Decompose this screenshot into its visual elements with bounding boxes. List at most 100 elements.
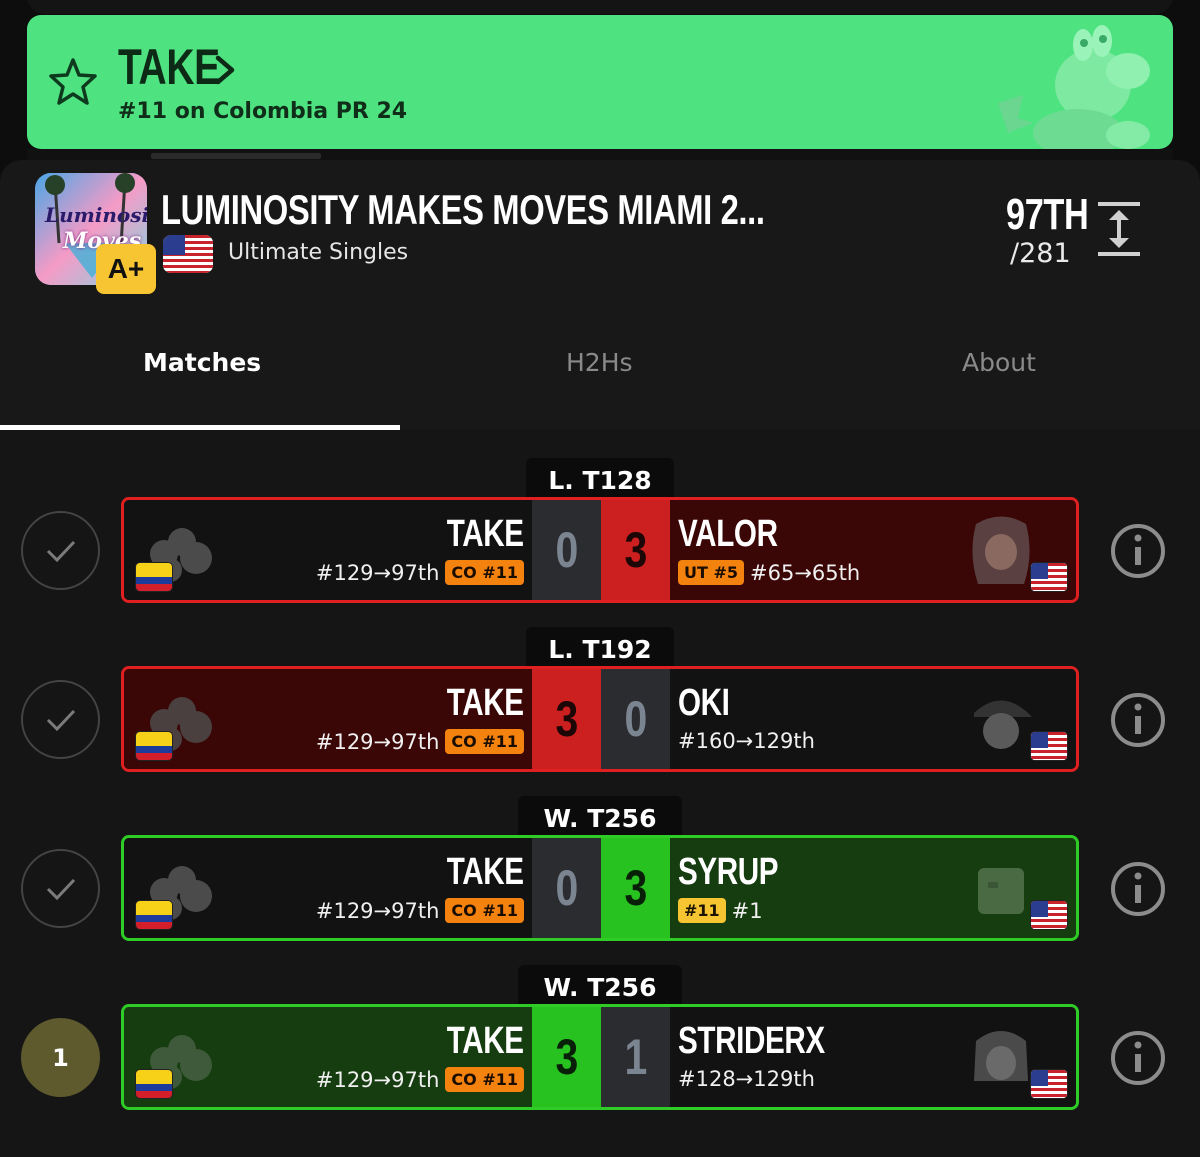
tournament-title[interactable]: LUMINOSITY MAKES MOVES MIAMI 2... xyxy=(161,186,765,234)
info-icon[interactable] xyxy=(1110,1030,1166,1086)
opponent-name[interactable]: OKI xyxy=(678,682,730,725)
opponent-side: SYRUP #11 #1 xyxy=(670,838,1076,938)
match-card[interactable]: TAKE #129→97th CO #11 0 3 SYRUP #11 #1 xyxy=(121,835,1079,941)
tab-about[interactable]: About xyxy=(962,348,1036,377)
opponent-avatar xyxy=(978,868,1024,914)
match-status-number[interactable]: 1 xyxy=(21,1018,100,1097)
opponent-avatar xyxy=(974,700,1032,749)
opponent-seed-row: UT #5 #65→65th xyxy=(678,560,860,585)
round-label: L. T192 xyxy=(526,627,674,671)
round-label: W. T256 xyxy=(518,796,682,840)
player-score: 3 xyxy=(532,669,601,769)
player-name-wrap: TAKE xyxy=(425,1020,524,1063)
us-flag-icon xyxy=(1030,900,1068,930)
banner-subtitle: #11 on Colombia PR 24 xyxy=(118,99,408,124)
opponent-seed: #128→129th xyxy=(678,1067,815,1091)
opponent-name-wrap: STRIDERX xyxy=(678,1020,866,1063)
us-flag-icon xyxy=(1030,1069,1068,1099)
banner-player-name: TAKE xyxy=(118,39,220,95)
us-flag-icon xyxy=(1030,562,1068,592)
tab-h2hs[interactable]: H2Hs xyxy=(566,348,633,377)
check-icon xyxy=(46,709,75,731)
player-score: 0 xyxy=(532,500,601,600)
round-label: L. T128 xyxy=(526,458,674,502)
tournament-grade-badge: A+ xyxy=(96,244,156,294)
entrant-count: /281 xyxy=(1010,238,1071,269)
player-name[interactable]: TAKE xyxy=(447,513,524,556)
round-label: W. T256 xyxy=(518,965,682,1009)
colombia-flag-icon xyxy=(135,900,173,930)
player-seed-row: #129→97th CO #11 xyxy=(316,729,524,754)
player-name-wrap: TAKE xyxy=(425,851,524,894)
tournament-title-wrap: LUMINOSITY MAKES MOVES MIAMI 2... xyxy=(161,186,935,234)
check-icon xyxy=(46,540,75,562)
opponent-name-wrap: SYRUP xyxy=(678,851,806,894)
match-card[interactable]: TAKE #129→97th CO #11 0 3 VALOR UT #5 #65→… xyxy=(121,497,1079,603)
player-name[interactable]: TAKE xyxy=(447,1020,524,1063)
match-status[interactable] xyxy=(21,680,100,759)
opponent-name[interactable]: VALOR xyxy=(678,513,778,556)
check-icon xyxy=(46,878,75,900)
player-name-wrap: TAKE xyxy=(425,513,524,556)
opponent-avatar xyxy=(974,1031,1028,1081)
player-side: TAKE #129→97th CO #11 xyxy=(124,838,532,938)
placement: 97TH xyxy=(1006,190,1089,239)
player-pr-badge: CO #11 xyxy=(445,1067,524,1092)
player-side: TAKE #129→97th CO #11 xyxy=(124,500,532,600)
player-name-wrap: TAKE xyxy=(425,682,524,725)
info-icon[interactable] xyxy=(1110,861,1166,917)
opponent-score: 0 xyxy=(601,669,670,769)
player-pr-badge: CO #11 xyxy=(445,560,524,585)
opponent-seed: #160→129th xyxy=(678,729,815,753)
tab-matches[interactable]: Matches xyxy=(143,348,261,377)
player-side: TAKE #129→97th CO #11 xyxy=(124,669,532,769)
match-card[interactable]: TAKE #129→97th CO #11 3 1 STRIDERX #128→1… xyxy=(121,1004,1079,1110)
us-flag-icon xyxy=(1030,731,1068,761)
next-card-ghost xyxy=(151,153,321,159)
colombia-flag-icon xyxy=(135,1069,173,1099)
us-flag-icon xyxy=(163,235,213,273)
match-number: 1 xyxy=(52,1043,69,1072)
colombia-flag-icon xyxy=(135,731,173,761)
player-banner[interactable]: TAKE #11 on Colombia PR 24 xyxy=(27,15,1173,149)
character-mascot-icon xyxy=(998,25,1150,149)
player-seed: #129→97th xyxy=(315,560,440,585)
player-pr-badge: CO #11 xyxy=(445,729,524,754)
opponent-pr-badge: #11 xyxy=(678,898,726,923)
opponent-name[interactable]: STRIDERX xyxy=(678,1020,825,1063)
opponent-seed: #1 xyxy=(731,898,763,923)
match-status[interactable] xyxy=(21,511,100,590)
player-seed-row: #129→97th CO #11 xyxy=(316,560,524,585)
player-name[interactable]: TAKE xyxy=(447,851,524,894)
player-seed: #129→97th xyxy=(315,1067,440,1092)
opponent-seed: #65→65th xyxy=(750,560,861,585)
star-icon[interactable] xyxy=(47,56,99,108)
tournament-event: Ultimate Singles xyxy=(228,240,409,265)
player-seed-row: #129→97th CO #11 xyxy=(316,898,524,923)
opponent-pr-badge: UT #5 xyxy=(678,560,745,585)
opponent-avatar xyxy=(972,516,1030,584)
info-icon[interactable] xyxy=(1110,523,1166,579)
match-card[interactable]: TAKE #129→97th CO #11 3 0 OKI #160→129th xyxy=(121,666,1079,772)
opponent-name-wrap: VALOR xyxy=(678,513,806,556)
previous-card-fragment xyxy=(27,0,1173,14)
player-score: 0 xyxy=(532,838,601,938)
chevron-right-icon[interactable] xyxy=(210,53,240,87)
match-status[interactable] xyxy=(21,849,100,928)
player-score: 3 xyxy=(532,1007,601,1107)
opponent-name[interactable]: SYRUP xyxy=(678,851,779,894)
opponent-score: 1 xyxy=(601,1007,670,1107)
opponent-seed-row: #128→129th xyxy=(678,1067,815,1091)
opponent-name-wrap: OKI xyxy=(678,682,744,725)
opponent-score: 3 xyxy=(601,838,670,938)
tournament-logo-text: Luminosity xyxy=(45,203,147,227)
opponent-seed-row: #160→129th xyxy=(678,729,815,753)
opponent-side: OKI #160→129th xyxy=(670,669,1076,769)
info-icon[interactable] xyxy=(1110,692,1166,748)
expand-vertical-icon[interactable] xyxy=(1096,200,1142,258)
opponent-side: VALOR UT #5 #65→65th xyxy=(670,500,1076,600)
player-side: TAKE #129→97th CO #11 xyxy=(124,1007,532,1107)
player-seed: #129→97th xyxy=(315,898,440,923)
player-pr-badge: CO #11 xyxy=(445,898,524,923)
player-name[interactable]: TAKE xyxy=(447,682,524,725)
